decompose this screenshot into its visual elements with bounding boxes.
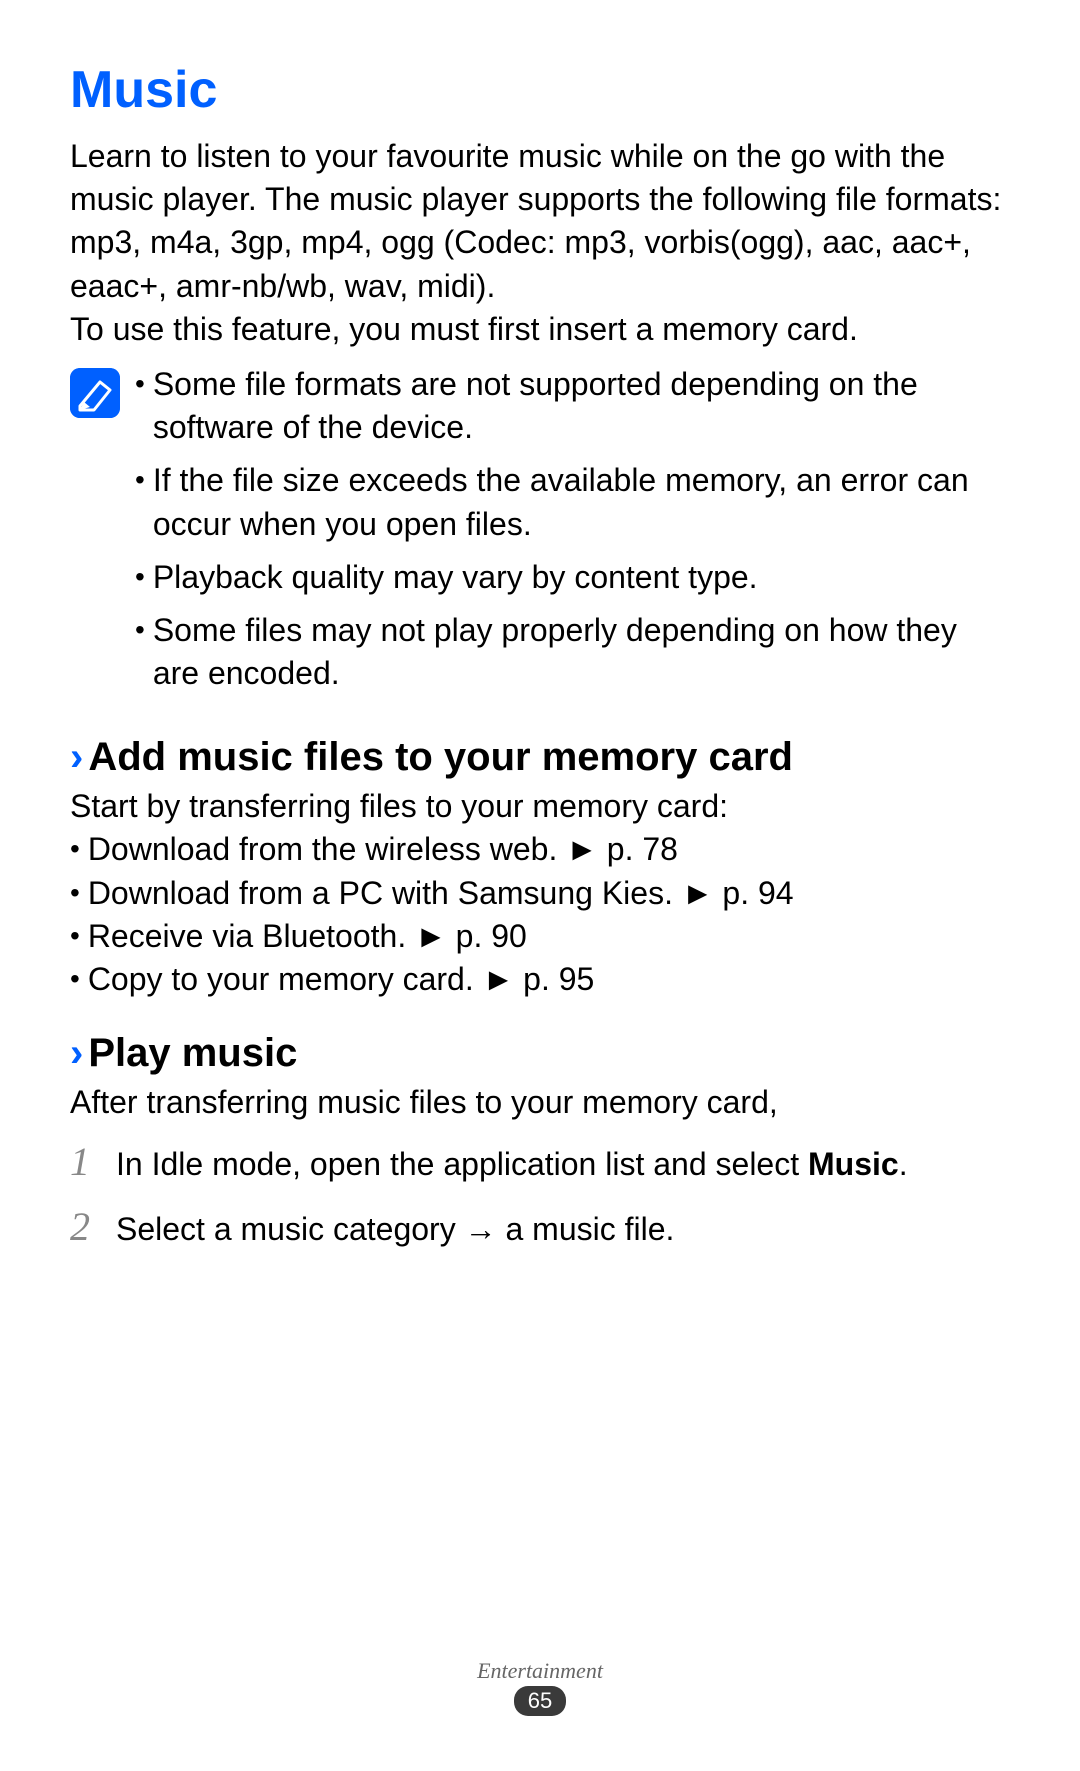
chevron-icon: ›: [70, 735, 83, 779]
list-item: •Receive via Bluetooth. ► p. 90: [70, 915, 1010, 958]
bullet-icon: •: [70, 828, 80, 870]
section-intro: After transferring music files to your m…: [70, 1081, 1010, 1124]
footer-category: Entertainment: [0, 1658, 1080, 1684]
notice-paragraph: To use this feature, you must first inse…: [70, 308, 1010, 351]
main-heading: Music: [70, 60, 1010, 120]
note-text: Some file formats are not supported depe…: [153, 363, 1010, 449]
section-heading-play-music: ›Play music: [70, 1031, 1010, 1076]
list-item: •Copy to your memory card. ► p. 95: [70, 958, 1010, 1001]
step-item: 2 Select a music category → a music file…: [70, 1197, 1010, 1257]
note-item: •Some file formats are not supported dep…: [135, 363, 1010, 449]
bullet-icon: •: [70, 872, 80, 914]
bullet-list: •Download from the wireless web. ► p. 78…: [70, 828, 1010, 1001]
section-title: Add music files to your memory card: [88, 735, 793, 779]
note-text: Playback quality may vary by content typ…: [153, 556, 758, 599]
list-item: •Download from a PC with Samsung Kies. ►…: [70, 872, 1010, 915]
step-number: 2: [70, 1197, 98, 1257]
note-item: •Some files may not play properly depend…: [135, 609, 1010, 695]
chevron-icon: ›: [70, 1031, 83, 1075]
note-text: If the file size exceeds the available m…: [153, 459, 1010, 545]
section-intro: Start by transferring files to your memo…: [70, 785, 1010, 828]
note-text: Some files may not play properly dependi…: [153, 609, 1010, 695]
bullet-icon: •: [70, 958, 80, 1000]
item-text: Copy to your memory card. ► p. 95: [88, 958, 595, 1001]
list-item: •Download from the wireless web. ► p. 78: [70, 828, 1010, 871]
page-number-badge: 65: [514, 1686, 566, 1716]
note-icon: [70, 368, 120, 418]
step-bold: Music: [808, 1146, 899, 1182]
step-item: 1 In Idle mode, open the application lis…: [70, 1132, 1010, 1192]
step-suffix: .: [899, 1146, 908, 1182]
section-title: Play music: [88, 1031, 297, 1075]
note-block: •Some file formats are not supported dep…: [70, 363, 1010, 705]
note-item: •Playback quality may vary by content ty…: [135, 556, 1010, 599]
step-prefix: In Idle mode, open the application list …: [116, 1146, 808, 1182]
intro-paragraph: Learn to listen to your favourite music …: [70, 135, 1010, 308]
bullet-icon: •: [70, 915, 80, 957]
step-prefix: Select a music category → a music file.: [116, 1211, 674, 1247]
note-list: •Some file formats are not supported dep…: [135, 363, 1010, 705]
item-text: Receive via Bluetooth. ► p. 90: [88, 915, 527, 958]
bullet-icon: •: [135, 459, 145, 501]
bullet-icon: •: [135, 363, 145, 405]
section-heading-add-files: ›Add music files to your memory card: [70, 735, 1010, 780]
step-number: 1: [70, 1132, 98, 1192]
page-footer: Entertainment 65: [0, 1658, 1080, 1716]
step-text: Select a music category → a music file.: [116, 1205, 674, 1253]
step-text: In Idle mode, open the application list …: [116, 1140, 908, 1188]
numbered-list: 1 In Idle mode, open the application lis…: [70, 1132, 1010, 1257]
bullet-icon: •: [135, 556, 145, 598]
note-item: •If the file size exceeds the available …: [135, 459, 1010, 545]
item-text: Download from a PC with Samsung Kies. ► …: [88, 872, 794, 915]
bullet-icon: •: [135, 609, 145, 651]
item-text: Download from the wireless web. ► p. 78: [88, 828, 678, 871]
